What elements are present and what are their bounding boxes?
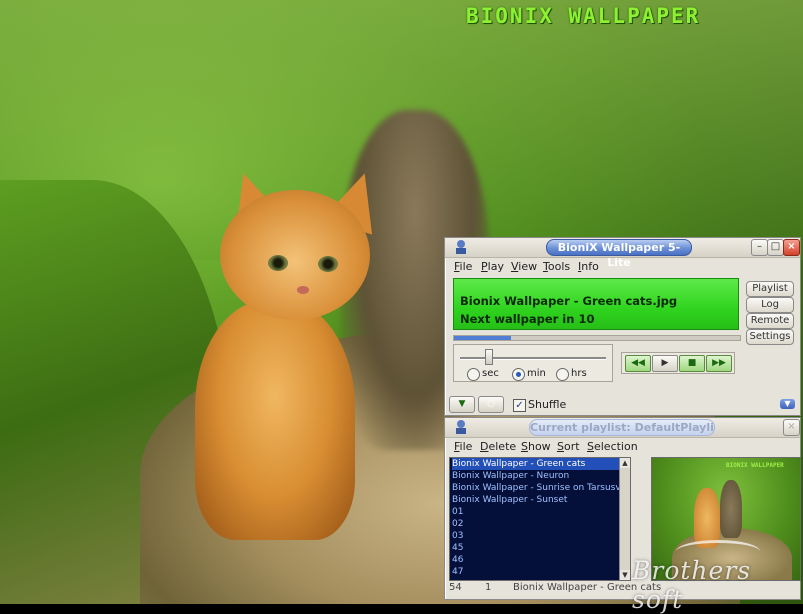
wallpaper-brand-title: BIONIX WALLPAPER <box>466 4 701 28</box>
circle-icon: ○ <box>487 399 495 409</box>
random-button[interactable]: ○ <box>478 396 504 413</box>
minimize-button[interactable]: – <box>751 239 768 256</box>
playlist-item[interactable]: 47 <box>452 566 620 578</box>
player-window: BioniX Wallpaper 5-Lite – □ × File Play … <box>444 237 801 416</box>
next-icon: ▶▶ <box>712 358 726 368</box>
settings-button[interactable]: Settings <box>746 329 794 345</box>
player-menubar: File Play View Tools Info <box>445 258 800 276</box>
playlist-item[interactable]: 46 <box>452 554 620 566</box>
next-button[interactable]: ▶▶ <box>706 355 732 372</box>
playlist-position: 1 <box>485 582 492 593</box>
playlist-titlebar[interactable]: Current playlist: DefaultPlayli... × <box>445 418 800 438</box>
playlist-window-title: Current playlist: DefaultPlayli... <box>529 419 715 436</box>
hrs-radio[interactable] <box>556 368 569 381</box>
sec-label: sec <box>482 368 499 379</box>
playlist-item[interactable]: Bionix Wallpaper - Sunrise on Tarsusv <box>452 482 621 494</box>
playlist-item[interactable]: Bionix Wallpaper - Green cats <box>452 458 620 470</box>
shuffle-checkbox[interactable]: ✓ <box>513 399 526 412</box>
scroll-down-icon[interactable]: ▼ <box>620 570 630 580</box>
down-button[interactable]: ▼ <box>449 396 475 413</box>
playlist-item[interactable]: 45 <box>452 542 620 554</box>
previous-icon: ◀◀ <box>631 358 645 368</box>
stop-button[interactable]: ■ <box>679 355 705 372</box>
remote-button[interactable]: Remote <box>746 313 794 329</box>
close-button[interactable]: × <box>783 419 800 436</box>
playlist-item[interactable]: 02 <box>452 518 620 530</box>
maximize-button[interactable]: □ <box>767 239 784 256</box>
wallpaper-progress-bar <box>453 335 741 341</box>
sec-radio[interactable] <box>467 368 480 381</box>
status-display: Bionix Wallpaper - Green cats.jpg Next w… <box>453 278 739 330</box>
app-icon <box>456 240 466 254</box>
playlist-item[interactable]: 01 <box>452 506 620 518</box>
stop-icon: ■ <box>687 358 697 368</box>
playlist-button[interactable]: Playlist <box>746 281 794 297</box>
menu-delete[interactable]: Delete <box>480 440 516 453</box>
wallpaper-orange-kitten-head <box>220 190 370 320</box>
playlist-count: 54 <box>449 582 462 593</box>
play-icon: ▶ <box>661 358 669 368</box>
down-arrow-icon: ▼ <box>458 399 466 409</box>
previous-button[interactable]: ◀◀ <box>625 355 651 372</box>
close-button[interactable]: × <box>783 239 800 256</box>
menu-file[interactable]: File <box>454 440 472 453</box>
menu-tools[interactable]: Tools <box>543 260 570 273</box>
playlist-menubar: File Delete Show Sort Selection <box>445 438 800 456</box>
shuffle-label: Shuffle <box>528 398 567 411</box>
scroll-up-icon[interactable]: ▲ <box>620 458 630 468</box>
progress-fill <box>454 336 512 340</box>
interval-slider-track[interactable] <box>460 357 606 360</box>
menu-view[interactable]: View <box>511 260 537 273</box>
preview-tabby-kitten <box>720 480 742 538</box>
playlist-scrollbar[interactable]: ▲ ▼ <box>619 458 630 580</box>
interval-slider-thumb[interactable] <box>485 349 494 365</box>
preview-orange-kitten <box>694 488 720 548</box>
wallpaper-kitten-eye <box>268 255 288 271</box>
playlist-item[interactable]: Bionix Wallpaper - Neuron <box>452 470 620 482</box>
player-window-title: BioniX Wallpaper 5-Lite <box>546 239 692 269</box>
menu-info[interactable]: Info <box>578 260 599 273</box>
transport-controls: ◀◀ ▶ ■ ▶▶ <box>621 352 735 374</box>
chevron-down-icon: ▼ <box>784 399 791 408</box>
menu-show[interactable]: Show <box>521 440 551 453</box>
menu-sort[interactable]: Sort <box>557 440 580 453</box>
wallpaper-orange-kitten-body <box>195 300 355 540</box>
current-wallpaper-text: Bionix Wallpaper - Green cats.jpg <box>460 294 678 308</box>
menu-file[interactable]: File <box>454 260 472 273</box>
min-radio[interactable] <box>512 368 525 381</box>
playlist-list[interactable]: 47 46 45 03 02 01 Bionix Wallpaper - Sunset Bio… <box>449 457 631 581</box>
menu-selection[interactable]: Selection <box>587 440 638 453</box>
min-label: min <box>527 368 546 379</box>
app-icon <box>456 420 466 434</box>
wallpaper-kitten-eye <box>318 256 338 272</box>
log-button[interactable]: Log <box>746 297 794 313</box>
watermark: Brothers soft <box>632 556 752 614</box>
hrs-label: hrs <box>571 368 587 379</box>
wallpaper-kitten-nose <box>297 286 309 294</box>
next-wallpaper-countdown: Next wallpaper in 10 <box>460 312 595 326</box>
collapse-button[interactable]: ▼ <box>780 399 795 409</box>
preview-brand-logo: BIONIX WALLPAPER <box>726 462 784 469</box>
playlist-item[interactable]: 03 <box>452 530 620 542</box>
playlist-item[interactable]: Bionix Wallpaper - Sunset <box>452 494 620 506</box>
menu-play[interactable]: Play <box>481 260 504 273</box>
play-button[interactable]: ▶ <box>652 355 678 372</box>
player-titlebar[interactable]: BioniX Wallpaper 5-Lite – □ × <box>445 238 800 269</box>
